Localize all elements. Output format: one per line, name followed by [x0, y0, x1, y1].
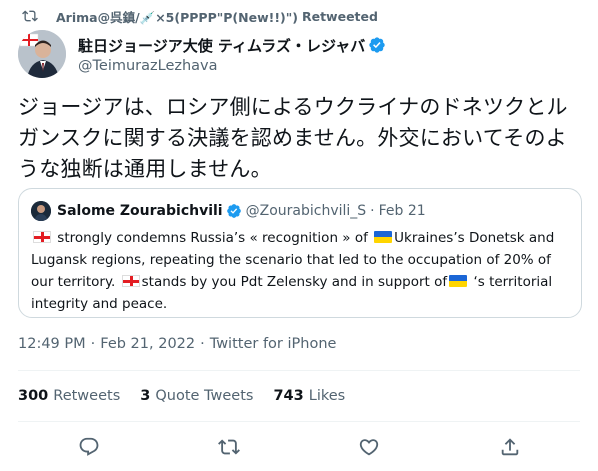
quoted-tweet-text: strongly condemns Russia’s « recognition… [31, 227, 569, 315]
quoted-text-part1: strongly condemns Russia’s « recognition… [53, 230, 373, 246]
retweet-context[interactable]: Arima@呉鎮/💉×5(PPPP"P(New!!)") Retweeted [18, 6, 378, 26]
separator-dot: · [370, 203, 375, 219]
author-display-name[interactable]: 駐日ジョージア大使 ティムラズ・レジャバ [78, 35, 365, 56]
quoted-author-avatar [31, 201, 51, 221]
retweets-count: 300 [18, 388, 49, 404]
retweet-icon [22, 10, 38, 22]
tweet-time[interactable]: 12:49 PM [18, 336, 86, 352]
likes-stat[interactable]: 743 Likes [273, 388, 345, 404]
share-icon [501, 438, 519, 456]
tweet-stats: 300 Retweets 3 Quote Tweets 743 Likes [18, 388, 365, 404]
ukraine-flag-icon [449, 275, 468, 287]
heart-icon [359, 439, 379, 456]
tweet-text: ジョージアは、ロシア側によるウクライナのドネツクとルガンスクに関する決議を認めま… [18, 95, 568, 181]
quoted-tweet[interactable]: Salome Zourabichvili @Zourabichvili_S · … [18, 188, 582, 318]
retweet-button[interactable] [216, 434, 242, 460]
georgia-flag-icon [121, 275, 140, 287]
quote-tweets-count: 3 [140, 388, 151, 404]
georgia-flag-icon [33, 231, 51, 243]
tweet-timestamp: 12:49 PM · Feb 21, 2022 · Twitter for iP… [18, 336, 336, 352]
reply-icon [79, 437, 99, 456]
quoted-author-name: Salome Zourabichvili [57, 203, 223, 219]
tweet-actions [0, 434, 598, 460]
separator-dot: · [200, 336, 205, 352]
tweet-author: 駐日ジョージア大使 ティムラズ・レジャバ @TeimurazLezhava [18, 30, 386, 78]
likes-count: 743 [273, 388, 304, 404]
share-button[interactable] [497, 434, 523, 460]
tweet-date[interactable]: Feb 21, 2022 [100, 336, 195, 352]
quoted-tweet-date: Feb 21 [378, 203, 426, 219]
retweeted-label: Retweeted [301, 8, 378, 24]
separator-dot: · [90, 336, 96, 352]
like-button[interactable] [356, 434, 382, 460]
quoted-text-part3: stands by you Pdt Zelensky and in suppor… [141, 274, 448, 290]
verified-badge-icon [226, 204, 241, 218]
reply-button[interactable] [76, 434, 102, 460]
tweet-source[interactable]: Twitter for iPhone [210, 336, 337, 352]
quote-tweets-stat[interactable]: 3 Quote Tweets [140, 388, 253, 404]
author-avatar[interactable] [18, 30, 66, 78]
retweets-stat[interactable]: 300 Retweets [18, 388, 120, 404]
quote-tweets-label: Quote Tweets [155, 388, 254, 404]
likes-label: Likes [308, 388, 346, 404]
retweets-label: Retweets [53, 388, 121, 404]
verified-badge-icon [369, 37, 385, 53]
retweet-icon [218, 439, 240, 455]
divider [18, 370, 580, 371]
author-handle[interactable]: @TeimurazLezhava [78, 58, 386, 74]
retweeter-name[interactable]: Arima@呉鎮/💉×5(PPPP"P(New!!)") [56, 7, 298, 26]
ukraine-flag-icon [374, 231, 393, 243]
quoted-author-handle: @Zourabichvili_S [245, 203, 367, 219]
divider [18, 421, 580, 422]
